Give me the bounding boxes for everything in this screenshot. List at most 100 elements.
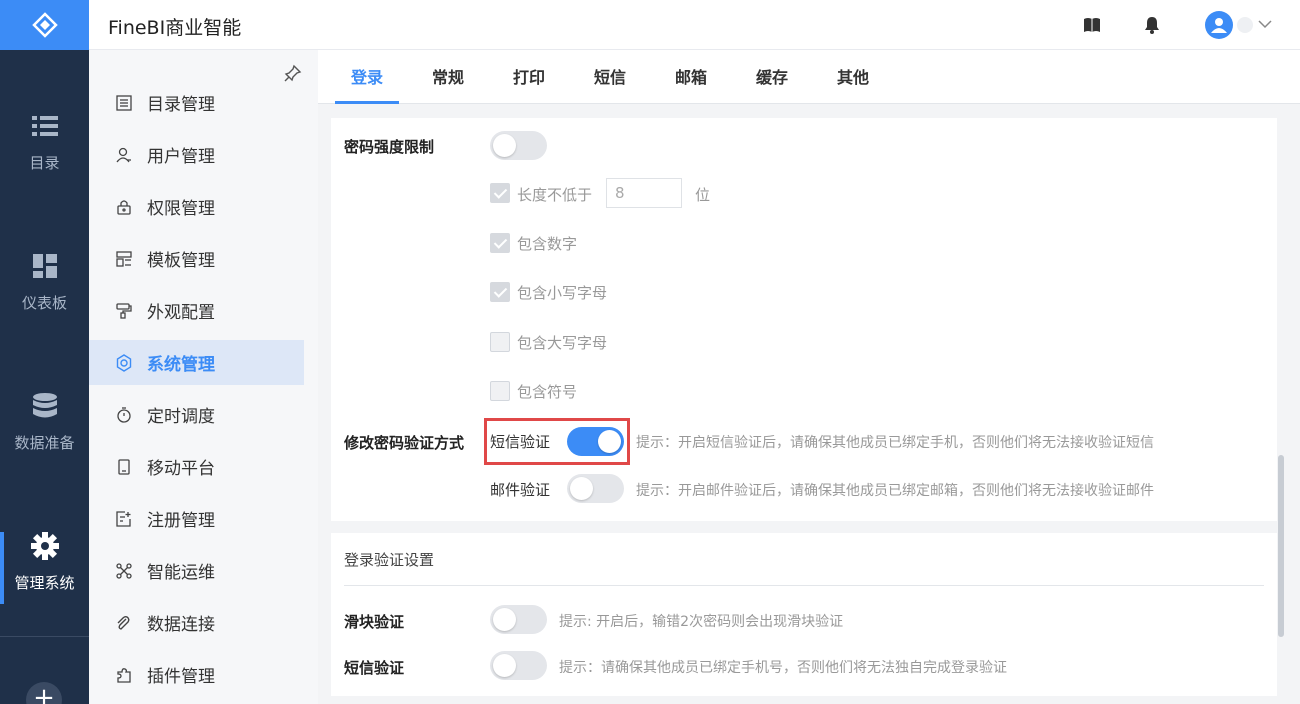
gear-icon: [30, 531, 59, 560]
sidebar-item-label: 权限管理: [147, 199, 215, 219]
sidebar-item-register[interactable]: 注册管理: [89, 496, 304, 541]
rail-item-data-prep[interactable]: 数据准备: [0, 372, 89, 472]
section-title: 登录验证设置: [344, 551, 435, 569]
sidebar-item-label: 数据连接: [147, 615, 215, 635]
link-icon: [115, 614, 133, 632]
rail-item-label: 管理系统: [14, 573, 75, 592]
sidebar-item-ops[interactable]: 智能运维: [89, 548, 304, 593]
email-verify-label: 邮件验证: [490, 481, 551, 499]
tab-login[interactable]: 登录: [335, 50, 399, 104]
chevron-down-icon[interactable]: [1257, 16, 1273, 36]
plugin-icon: [115, 666, 133, 684]
sms-verify-toggle[interactable]: [567, 427, 624, 456]
sidebar-item-label: 系统管理: [147, 355, 215, 375]
dashboard-icon: [31, 252, 59, 280]
sidebar-item-schedule[interactable]: 定时调度: [89, 392, 304, 437]
include-digits-label: 包含数字: [517, 235, 578, 253]
password-strength-toggle[interactable]: [490, 131, 547, 160]
user-icon: [115, 146, 133, 164]
sidebar-item-label: 插件管理: [147, 667, 215, 687]
rail-item-dashboard[interactable]: 仪表板: [0, 232, 89, 332]
sidebar-item-data-connection[interactable]: 数据连接: [89, 600, 304, 645]
sidebar-item-templates[interactable]: 模板管理: [89, 236, 304, 281]
rail-item-catalog[interactable]: 目录: [0, 92, 89, 192]
sidebar-item-label: 模板管理: [147, 251, 215, 271]
logo-icon: [31, 12, 58, 38]
slider-verify-label: 滑块验证: [344, 613, 405, 631]
min-length-checkbox[interactable]: [490, 183, 510, 203]
include-uppercase-checkbox[interactable]: [490, 332, 510, 352]
login-sms-verify-toggle[interactable]: [490, 651, 547, 680]
include-symbols-label: 包含符号: [517, 383, 578, 401]
email-verify-hint: 提示：开启邮件验证后，请确保其他成员已绑定邮箱，否则他们将无法接收验证邮件: [636, 483, 1154, 499]
include-symbols-checkbox[interactable]: [490, 381, 510, 401]
sidebar-item-label: 外观配置: [147, 303, 215, 323]
change-password-verify-label: 修改密码验证方式: [344, 434, 465, 452]
sms-verify-label: 短信验证: [490, 433, 551, 451]
catalog-icon: [115, 94, 133, 112]
sidebar-item-label: 用户管理: [147, 147, 215, 167]
settings-icon: [115, 353, 133, 372]
include-lowercase-label: 包含小写字母: [517, 284, 608, 302]
ops-icon: [115, 562, 133, 580]
email-verify-toggle[interactable]: [567, 474, 624, 503]
include-lowercase-checkbox[interactable]: [490, 282, 510, 302]
include-uppercase-label: 包含大写字母: [517, 334, 608, 352]
sidebar-item-plugins[interactable]: 插件管理: [89, 652, 304, 697]
sidebar-item-label: 目录管理: [147, 95, 215, 115]
tab-cache[interactable]: 缓存: [740, 50, 804, 104]
section-divider: [344, 585, 1264, 586]
tab-email[interactable]: 邮箱: [659, 50, 723, 104]
mobile-icon: [115, 458, 133, 476]
book-icon[interactable]: [1082, 15, 1102, 35]
rail-item-label: 仪表板: [21, 293, 67, 312]
password-settings-card: 密码强度限制 长度不低于 位 包含数字 包含小写字母 包含大写字母 包含符号 修…: [331, 118, 1277, 521]
logo[interactable]: [0, 0, 89, 50]
rail-item-label: 目录: [29, 153, 60, 172]
register-icon: [115, 510, 133, 528]
sidebar-item-system[interactable]: 系统管理: [89, 340, 304, 385]
scrollbar[interactable]: [1278, 455, 1284, 637]
settings-tabs: 登录 常规 打印 短信 邮箱 缓存 其他: [318, 50, 1300, 104]
sidebar-item-permissions[interactable]: 权限管理: [89, 184, 304, 229]
admin-sidebar: 目录管理 用户管理 权限管理 模板管理 外观配置 系统管理 定时调度 移动平台 …: [89, 50, 318, 704]
bell-icon[interactable]: [1142, 15, 1162, 35]
tab-sms[interactable]: 短信: [578, 50, 642, 104]
login-sms-verify-label: 短信验证: [344, 659, 405, 677]
add-icon[interactable]: +: [26, 682, 62, 704]
list-icon: [31, 112, 59, 140]
primary-nav-rail: 目录 仪表板 数据准备 管理系统 +: [0, 0, 89, 704]
sidebar-item-label: 智能运维: [147, 563, 215, 583]
user-avatar-icon: [1211, 18, 1227, 33]
avatar[interactable]: [1205, 11, 1233, 39]
app-title: FineBI商业智能: [108, 17, 242, 39]
paint-icon: [115, 302, 133, 320]
sidebar-item-label: 定时调度: [147, 407, 215, 427]
sidebar-item-label: 注册管理: [147, 511, 215, 531]
include-digits-checkbox[interactable]: [490, 233, 510, 253]
tab-general[interactable]: 常规: [416, 50, 480, 104]
sms-verify-hint: 提示：开启短信验证后，请确保其他成员已绑定手机，否则他们将无法接收验证短信: [636, 435, 1154, 451]
sidebar-item-mobile[interactable]: 移动平台: [89, 444, 304, 489]
top-header: FineBI商业智能: [89, 0, 1300, 50]
password-strength-label: 密码强度限制: [344, 138, 435, 156]
rail-divider: [0, 636, 89, 637]
lock-icon: [115, 198, 133, 216]
slider-verify-hint: 提示: 开启后，输错2次密码则会出现滑块验证: [559, 614, 844, 630]
slider-verify-toggle[interactable]: [490, 605, 547, 634]
database-icon: [31, 392, 59, 420]
login-verify-card: 登录验证设置 滑块验证 提示: 开启后，输错2次密码则会出现滑块验证 短信验证 …: [331, 533, 1277, 696]
min-length-unit: 位: [695, 186, 711, 204]
tab-print[interactable]: 打印: [497, 50, 561, 104]
min-length-input[interactable]: [606, 178, 682, 208]
tab-other[interactable]: 其他: [821, 50, 885, 104]
sidebar-item-label: 移动平台: [147, 459, 215, 479]
min-length-label: 长度不低于: [517, 186, 593, 204]
sidebar-item-appearance[interactable]: 外观配置: [89, 288, 304, 333]
sidebar-item-catalog[interactable]: 目录管理: [89, 80, 304, 125]
main-content: 登录 常规 打印 短信 邮箱 缓存 其他 密码强度限制 长度不低于 位 包含数字…: [318, 50, 1300, 704]
timer-icon: [115, 406, 133, 424]
sidebar-item-users[interactable]: 用户管理: [89, 132, 304, 177]
rail-item-admin[interactable]: 管理系统: [0, 512, 89, 612]
login-sms-verify-hint: 提示：请确保其他成员已绑定手机号，否则他们将无法独自完成登录验证: [559, 660, 1007, 676]
